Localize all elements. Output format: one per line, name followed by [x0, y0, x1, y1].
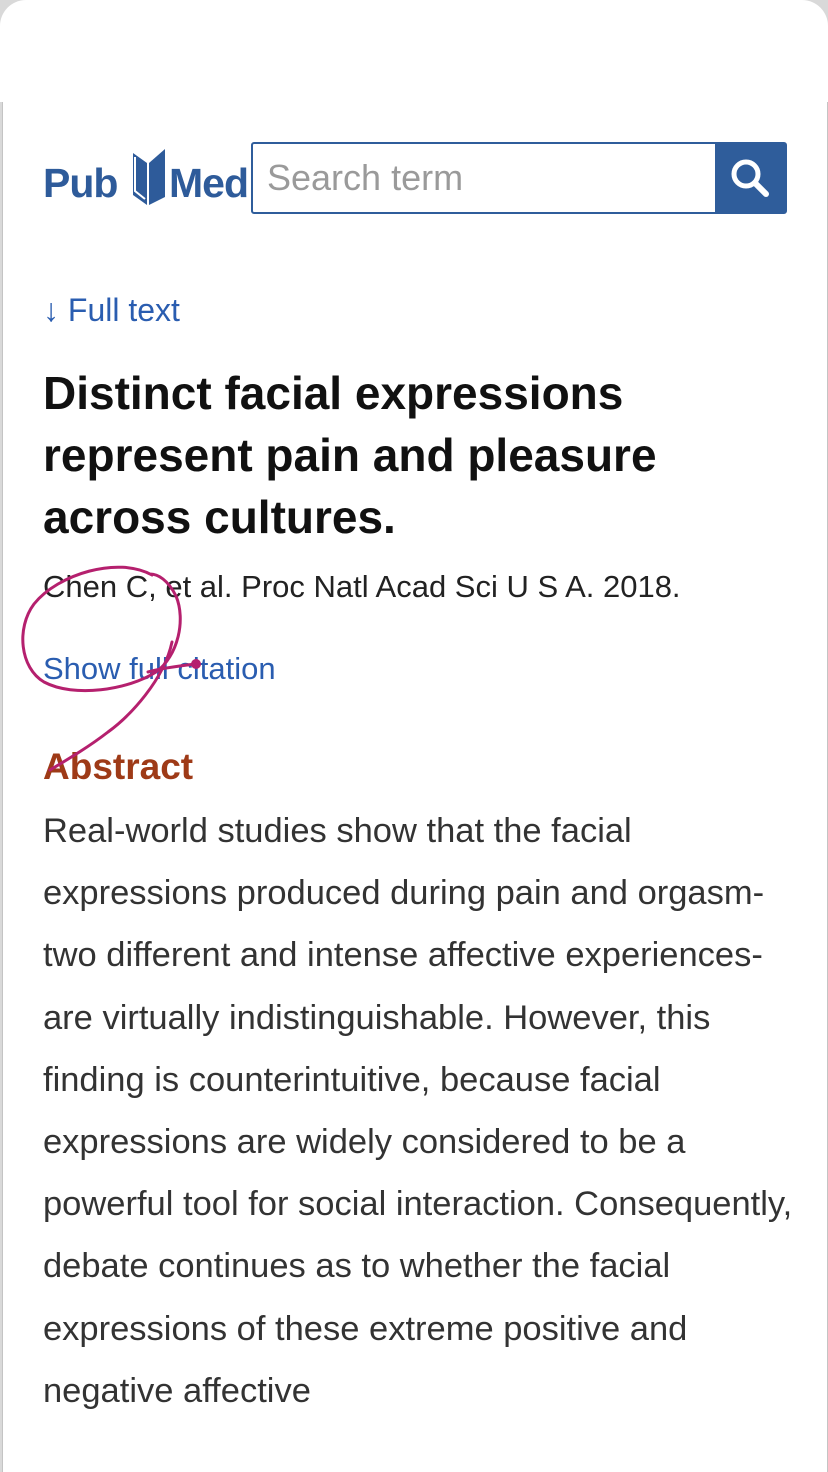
full-text-label: Full text [67, 292, 180, 328]
logo-med-text: Med [169, 160, 249, 206]
abstract-text: Real-world studies show that the facial … [43, 812, 793, 1410]
article-page: Pub Med ↓ Full text Distinct facial expr… [2, 102, 828, 1472]
top-bar [0, 0, 828, 102]
citation-text: Chen C, et al. Proc Natl Acad Sci U S A.… [43, 569, 681, 604]
abstract-heading: Abstract [43, 746, 194, 787]
full-text-link[interactable]: ↓ Full text [43, 292, 180, 329]
magnifier-icon [731, 159, 769, 197]
article-title: Distinct facial expressions represent pa… [43, 367, 657, 543]
logo-pub-text: Pub [43, 160, 118, 206]
search-input[interactable] [253, 144, 713, 212]
show-full-citation-link[interactable]: Show full citation [43, 651, 276, 687]
down-arrow-icon: ↓ [43, 292, 59, 328]
search-box [251, 142, 787, 214]
header: Pub Med [43, 142, 787, 216]
book-icon [133, 149, 165, 205]
search-button[interactable] [715, 144, 785, 212]
pubmed-logo[interactable]: Pub Med [43, 142, 249, 216]
